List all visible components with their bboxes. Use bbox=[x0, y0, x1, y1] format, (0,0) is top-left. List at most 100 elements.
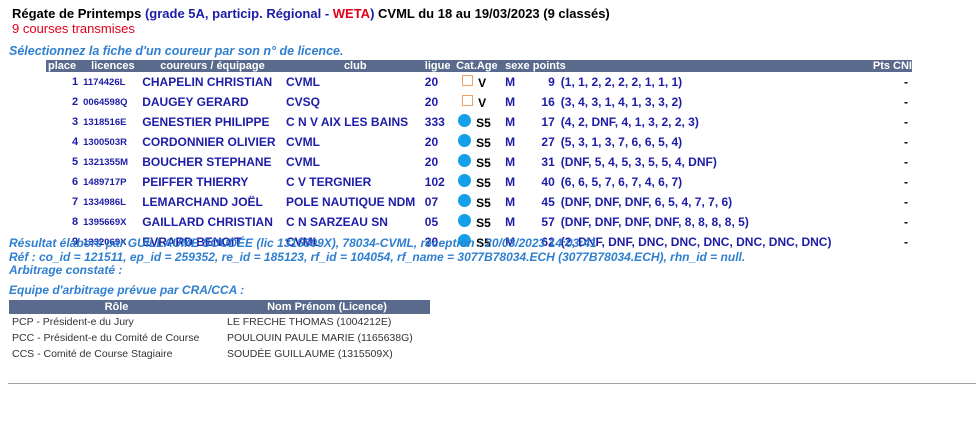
place-cell: 7 bbox=[72, 195, 79, 208]
pts-cni-cell: - bbox=[904, 134, 908, 149]
col-pts-cni: Pts CNI bbox=[872, 60, 912, 72]
senior-dot-icon bbox=[458, 114, 472, 128]
place-cell: 3 bbox=[72, 115, 79, 128]
club-cell: CVML bbox=[285, 74, 320, 89]
points-cell: 31 (DNF, 5, 4, 5, 3, 5, 5, 4, DNF) bbox=[533, 152, 873, 172]
cat-age-value: V bbox=[478, 76, 487, 90]
sexe-cell: M bbox=[505, 74, 516, 89]
licence-link[interactable]: 1395669X bbox=[83, 212, 142, 232]
table-row: 8 1395669X GAILLARD CHRISTIAN C N SARZEAU S… bbox=[46, 212, 912, 232]
sexe-cell: M bbox=[505, 114, 516, 129]
cat-age-cell: S5 bbox=[456, 132, 505, 152]
cat-age-cell: S5 bbox=[456, 152, 505, 172]
licence-link[interactable]: 1334986L bbox=[83, 192, 142, 212]
official-name-cell: SOUDÉE GUILLAUME (1315509X) bbox=[227, 348, 393, 360]
sexe-cell: M bbox=[505, 94, 516, 109]
sexe-cell: M bbox=[505, 154, 516, 169]
page-header: Régate de Printemps (grade 5A, particip.… bbox=[12, 6, 610, 36]
points-total: 45 bbox=[541, 194, 555, 209]
role-cell: PCC - Président-e du Comité de Course bbox=[12, 332, 200, 344]
competitor-name: LEMARCHAND JOËL bbox=[142, 194, 263, 209]
ligue-cell: 07 bbox=[424, 194, 439, 209]
club-cell: C N V AIX LES BAINS bbox=[285, 114, 409, 129]
licence-link[interactable]: 0064598Q bbox=[83, 92, 142, 112]
club-cell: C V TERGNIER bbox=[285, 174, 372, 189]
col-sexe: sexe bbox=[505, 60, 533, 72]
points-cell: 40 (6, 6, 5, 7, 6, 7, 4, 6, 7) bbox=[533, 172, 873, 192]
table-row: 3 1318516E GENESTIER PHILIPPE C N V AIX LES… bbox=[46, 112, 912, 132]
ligue-cell: 20 bbox=[424, 134, 439, 149]
place-cell: 5 bbox=[72, 155, 79, 168]
results-header-row: place licences coureurs / équipage club … bbox=[46, 60, 912, 72]
cat-age-value: S5 bbox=[476, 156, 491, 170]
points-cell: 45 (DNF, DNF, DNF, 6, 5, 4, 7, 7, 6) bbox=[533, 192, 873, 212]
licence-link[interactable]: 1318516E bbox=[83, 112, 142, 132]
competitor-name: DAUGEY GERARD bbox=[142, 94, 249, 109]
place-cell: 1 bbox=[72, 75, 79, 88]
ligue-cell: 05 bbox=[424, 214, 439, 229]
table-row: 5 1321355M BOUCHER STEPHANE CVML 20 S5 M 31 (DNF… bbox=[46, 152, 912, 172]
equipe-arbitrage-title: Equipe d'arbitrage prévue par CRA/CCA : bbox=[9, 283, 245, 297]
club-cell: CVSQ bbox=[285, 94, 320, 109]
table-row: PCP - Président-e du Jury LE FRECHE THOMA… bbox=[9, 314, 430, 330]
cat-age-value: S5 bbox=[476, 116, 491, 130]
senior-dot-icon bbox=[458, 154, 472, 168]
points-cell: 27 (5, 3, 1, 3, 7, 6, 6, 5, 4) bbox=[533, 132, 873, 152]
col-points: points bbox=[532, 60, 873, 72]
table-row: 2 0064598Q DAUGEY GERARD CVSQ 20 V M 16 (3, 4, 3… bbox=[46, 92, 912, 112]
points-detail: (DNF, 5, 4, 5, 3, 5, 5, 4, DNF) bbox=[560, 154, 717, 169]
table-row: CCS - Comité de Course Stagiaire SOUDÉE G… bbox=[9, 346, 430, 362]
points-detail: (4, 2, DNF, 4, 1, 3, 2, 2, 3) bbox=[560, 114, 699, 129]
licence-link[interactable]: 1174426L bbox=[83, 72, 142, 92]
points-detail: (6, 6, 5, 7, 6, 7, 4, 6, 7) bbox=[560, 174, 683, 189]
sexe-cell: M bbox=[505, 134, 516, 149]
sexe-cell: M bbox=[505, 174, 516, 189]
points-total: 17 bbox=[541, 114, 555, 129]
official-name-cell: POULOUIN PAULE MARIE (1165638G) bbox=[227, 332, 413, 344]
licence-link[interactable]: 1489717P bbox=[83, 172, 142, 192]
cat-age-value: S5 bbox=[476, 176, 491, 190]
role-cell: CCS - Comité de Course Stagiaire bbox=[12, 348, 173, 360]
table-row: PCC - Président-e du Comité de Course POU… bbox=[9, 330, 430, 346]
arbitrage-constate: Arbitrage constaté : bbox=[9, 263, 123, 277]
cat-age-cell: S5 bbox=[456, 192, 505, 212]
table-row: 4 1300503R CORDONNIER OLIVIER CVML 20 S5 M 27 (5… bbox=[46, 132, 912, 152]
points-detail: (5, 3, 1, 3, 7, 6, 6, 5, 4) bbox=[560, 134, 683, 149]
points-detail: (1, 1, 2, 2, 2, 2, 1, 1, 1) bbox=[560, 74, 683, 89]
results-table: place licences coureurs / équipage club … bbox=[46, 60, 912, 252]
official-name-cell: LE FRECHE THOMAS (1004212E) bbox=[227, 316, 392, 328]
pts-cni-cell: - bbox=[904, 154, 908, 169]
col-coureurs: coureurs / équipage bbox=[142, 60, 286, 72]
cat-age-value: V bbox=[478, 96, 487, 110]
points-total: 40 bbox=[541, 174, 555, 189]
cat-age-cell: S5 bbox=[456, 212, 505, 232]
arbitrage-table: Rôle Nom Prénom (Licence) PCP - Présiden… bbox=[9, 300, 430, 362]
points-detail: (DNF, DNF, DNF, DNF, 8, 8, 8, 8, 5) bbox=[560, 214, 749, 229]
sexe-cell: M bbox=[505, 194, 516, 209]
place-cell: 2 bbox=[72, 95, 79, 108]
points-total: 27 bbox=[541, 134, 555, 149]
senior-dot-icon bbox=[458, 134, 472, 148]
cat-age-cell: V bbox=[456, 72, 505, 92]
result-author-line: Résultat élaboré par GUILLAUME SOUDÉE (l… bbox=[9, 236, 597, 250]
club-cell: CVML bbox=[285, 154, 320, 169]
licence-link[interactable]: 1321355M bbox=[83, 152, 142, 172]
pts-cni-cell: - bbox=[904, 94, 908, 109]
licence-link[interactable]: 1300503R bbox=[83, 132, 142, 152]
senior-dot-icon bbox=[458, 214, 472, 228]
competitor-name: CHAPELIN CHRISTIAN bbox=[142, 74, 273, 89]
competitor-name: PEIFFER THIERRY bbox=[142, 174, 249, 189]
cat-age-value: S5 bbox=[476, 136, 491, 150]
points-total: 9 bbox=[548, 74, 555, 89]
senior-dot-icon bbox=[458, 174, 472, 188]
veteran-square-icon bbox=[462, 75, 474, 87]
ligue-cell: 102 bbox=[424, 174, 445, 189]
points-detail: (3, 4, 3, 1, 4, 1, 3, 3, 2) bbox=[560, 94, 683, 109]
veteran-square-icon bbox=[462, 95, 474, 107]
courses-count: 9 courses transmises bbox=[12, 21, 135, 36]
cat-age-cell: S5 bbox=[456, 112, 505, 132]
col-place: place bbox=[46, 60, 84, 72]
col-ligue: ligue bbox=[424, 60, 457, 72]
club-cell: CVML bbox=[285, 134, 320, 149]
table-row: 6 1489717P PEIFFER THIERRY C V TERGNIER 102 S… bbox=[46, 172, 912, 192]
